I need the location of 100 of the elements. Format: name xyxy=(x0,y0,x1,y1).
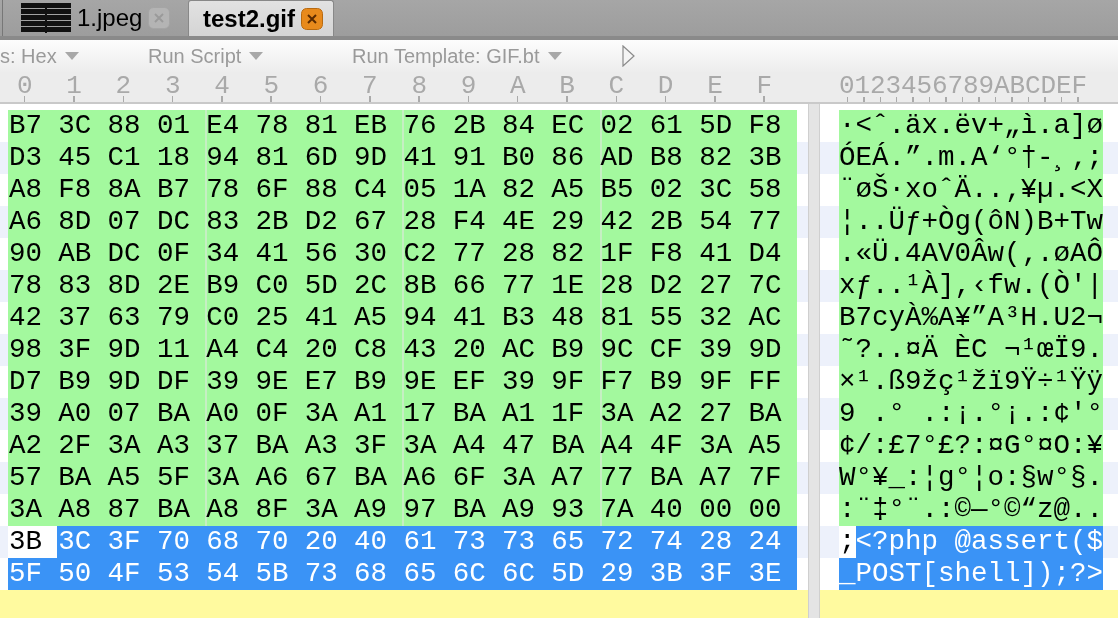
byte-cell: 9C xyxy=(599,334,649,366)
byte-cell: 27 xyxy=(698,270,748,302)
byte-cell: 41 xyxy=(254,238,304,270)
byte-cell: 97 xyxy=(402,494,452,526)
character-cell: s xyxy=(1004,526,1021,558)
byte-cell: 78 xyxy=(8,270,58,302)
byte-cell: 58 xyxy=(747,174,797,206)
column-label: 4 xyxy=(213,72,231,102)
byte-cell: 30 xyxy=(353,238,403,270)
byte-cell: 29 xyxy=(550,206,600,238)
menu-button[interactable]: Run Template: GIF.bt xyxy=(352,44,622,68)
byte-cell: 77 xyxy=(747,206,797,238)
byte-cell: F7 xyxy=(599,366,649,398)
byte-cell: 27 xyxy=(698,398,748,430)
byte-cell: 39 xyxy=(205,366,255,398)
column-label: E xyxy=(706,72,724,102)
byte-cell: A5 xyxy=(106,462,156,494)
byte-cell: 41 xyxy=(451,302,501,334)
byte-cell: 76 xyxy=(402,110,452,142)
byte-cell: A6 xyxy=(402,462,452,494)
byte-cell: A8 xyxy=(8,174,58,206)
byte-cell: EF xyxy=(451,366,501,398)
column-label: F xyxy=(755,72,774,102)
byte-cell: 55 xyxy=(648,302,699,334)
byte-cell: 63 xyxy=(106,302,156,334)
column-label: 3 xyxy=(163,72,182,102)
byte-cell: 41 xyxy=(402,142,452,174)
byte-cell: FF xyxy=(747,366,797,398)
byte-cell: 66 xyxy=(451,270,501,302)
column-label: 8 xyxy=(410,72,428,102)
byte-cell: B9 xyxy=(648,366,699,398)
byte-cell: A1 xyxy=(500,398,551,430)
byte-cell: 41 xyxy=(303,302,354,334)
byte-cell: 41 xyxy=(698,238,748,270)
byte-cell: F8 xyxy=(747,110,797,142)
menu-button[interactable]: s: Hex xyxy=(0,44,148,68)
byte-cell: 1A xyxy=(451,174,501,206)
byte-cell: AD xyxy=(599,142,649,174)
byte-cell: DC xyxy=(155,206,206,238)
byte-cell: BA xyxy=(648,462,699,494)
byte-cell: C1 xyxy=(106,142,156,174)
byte-cell: 9E xyxy=(402,366,452,398)
byte-cell: A6 xyxy=(8,206,58,238)
play-icon[interactable] xyxy=(622,45,635,67)
byte-cell: C0 xyxy=(205,302,255,334)
byte-cell: 2F xyxy=(57,430,107,462)
byte-cell: A2 xyxy=(8,430,58,462)
byte-cell: 61 xyxy=(648,110,699,142)
byte-cell: 47 xyxy=(500,430,551,462)
byte-cell: 91 xyxy=(451,142,501,174)
byte-cell: 1E xyxy=(550,270,600,302)
tab[interactable]: 1.jpeg xyxy=(2,0,186,36)
byte-cell: 32 xyxy=(698,302,748,334)
column-label: 6 xyxy=(311,72,330,102)
byte-cell: 9D xyxy=(106,334,156,366)
byte-cell: A2 xyxy=(648,398,699,430)
byte-cell: 54 xyxy=(205,558,255,590)
byte-cell: 07 xyxy=(106,206,156,238)
byte-cell: AC xyxy=(747,302,797,334)
byte-cell: 34 xyxy=(205,238,255,270)
close-icon[interactable] xyxy=(301,7,323,30)
byte-cell: 39 xyxy=(500,366,551,398)
byte-cell: 28 xyxy=(599,270,649,302)
byte-cell: D4 xyxy=(747,238,797,270)
byte-cell: 74 xyxy=(648,526,699,558)
byte-cell: 2B xyxy=(648,206,699,238)
column-label: 5 xyxy=(262,72,281,102)
byte-cell: 37 xyxy=(205,430,255,462)
byte-cell: 17 xyxy=(402,398,452,430)
byte-cell: 6C xyxy=(451,558,501,590)
byte-cell: 1F xyxy=(599,238,649,270)
byte-cell: 3A xyxy=(599,398,649,430)
byte-cell: 6D xyxy=(303,142,354,174)
byte-cell: 79 xyxy=(155,302,206,334)
tab[interactable]: test2.gif xyxy=(188,0,334,36)
byte-cell: 43 xyxy=(402,334,452,366)
byte-cell: B9 xyxy=(205,270,255,302)
byte-cell: 3B xyxy=(8,526,58,558)
byte-cell: C8 xyxy=(353,334,403,366)
byte-cell: 0F xyxy=(254,398,304,430)
byte-cell: A7 xyxy=(698,462,748,494)
byte-cell: 9D xyxy=(106,366,156,398)
byte-cell: 68 xyxy=(353,558,403,590)
column-label: B xyxy=(558,72,576,102)
byte-cell: 65 xyxy=(402,558,452,590)
byte-cell: 5F xyxy=(155,462,206,494)
byte-cell: A5 xyxy=(550,174,600,206)
column-label: C xyxy=(607,72,626,102)
byte-cell: 65 xyxy=(550,526,600,558)
character-cell: e xyxy=(971,558,988,590)
menu-button[interactable]: Run Script xyxy=(148,44,352,68)
byte-cell: C4 xyxy=(254,334,304,366)
byte-cell: BA xyxy=(155,398,206,430)
caret-icon xyxy=(64,51,79,61)
byte-cell: D2 xyxy=(303,206,354,238)
byte-cell: 73 xyxy=(500,526,551,558)
byte-cell: 82 xyxy=(550,238,600,270)
byte-cell: 24 xyxy=(747,526,797,558)
byte-cell: 4F xyxy=(648,430,699,462)
byte-cell: A8 xyxy=(205,494,255,526)
